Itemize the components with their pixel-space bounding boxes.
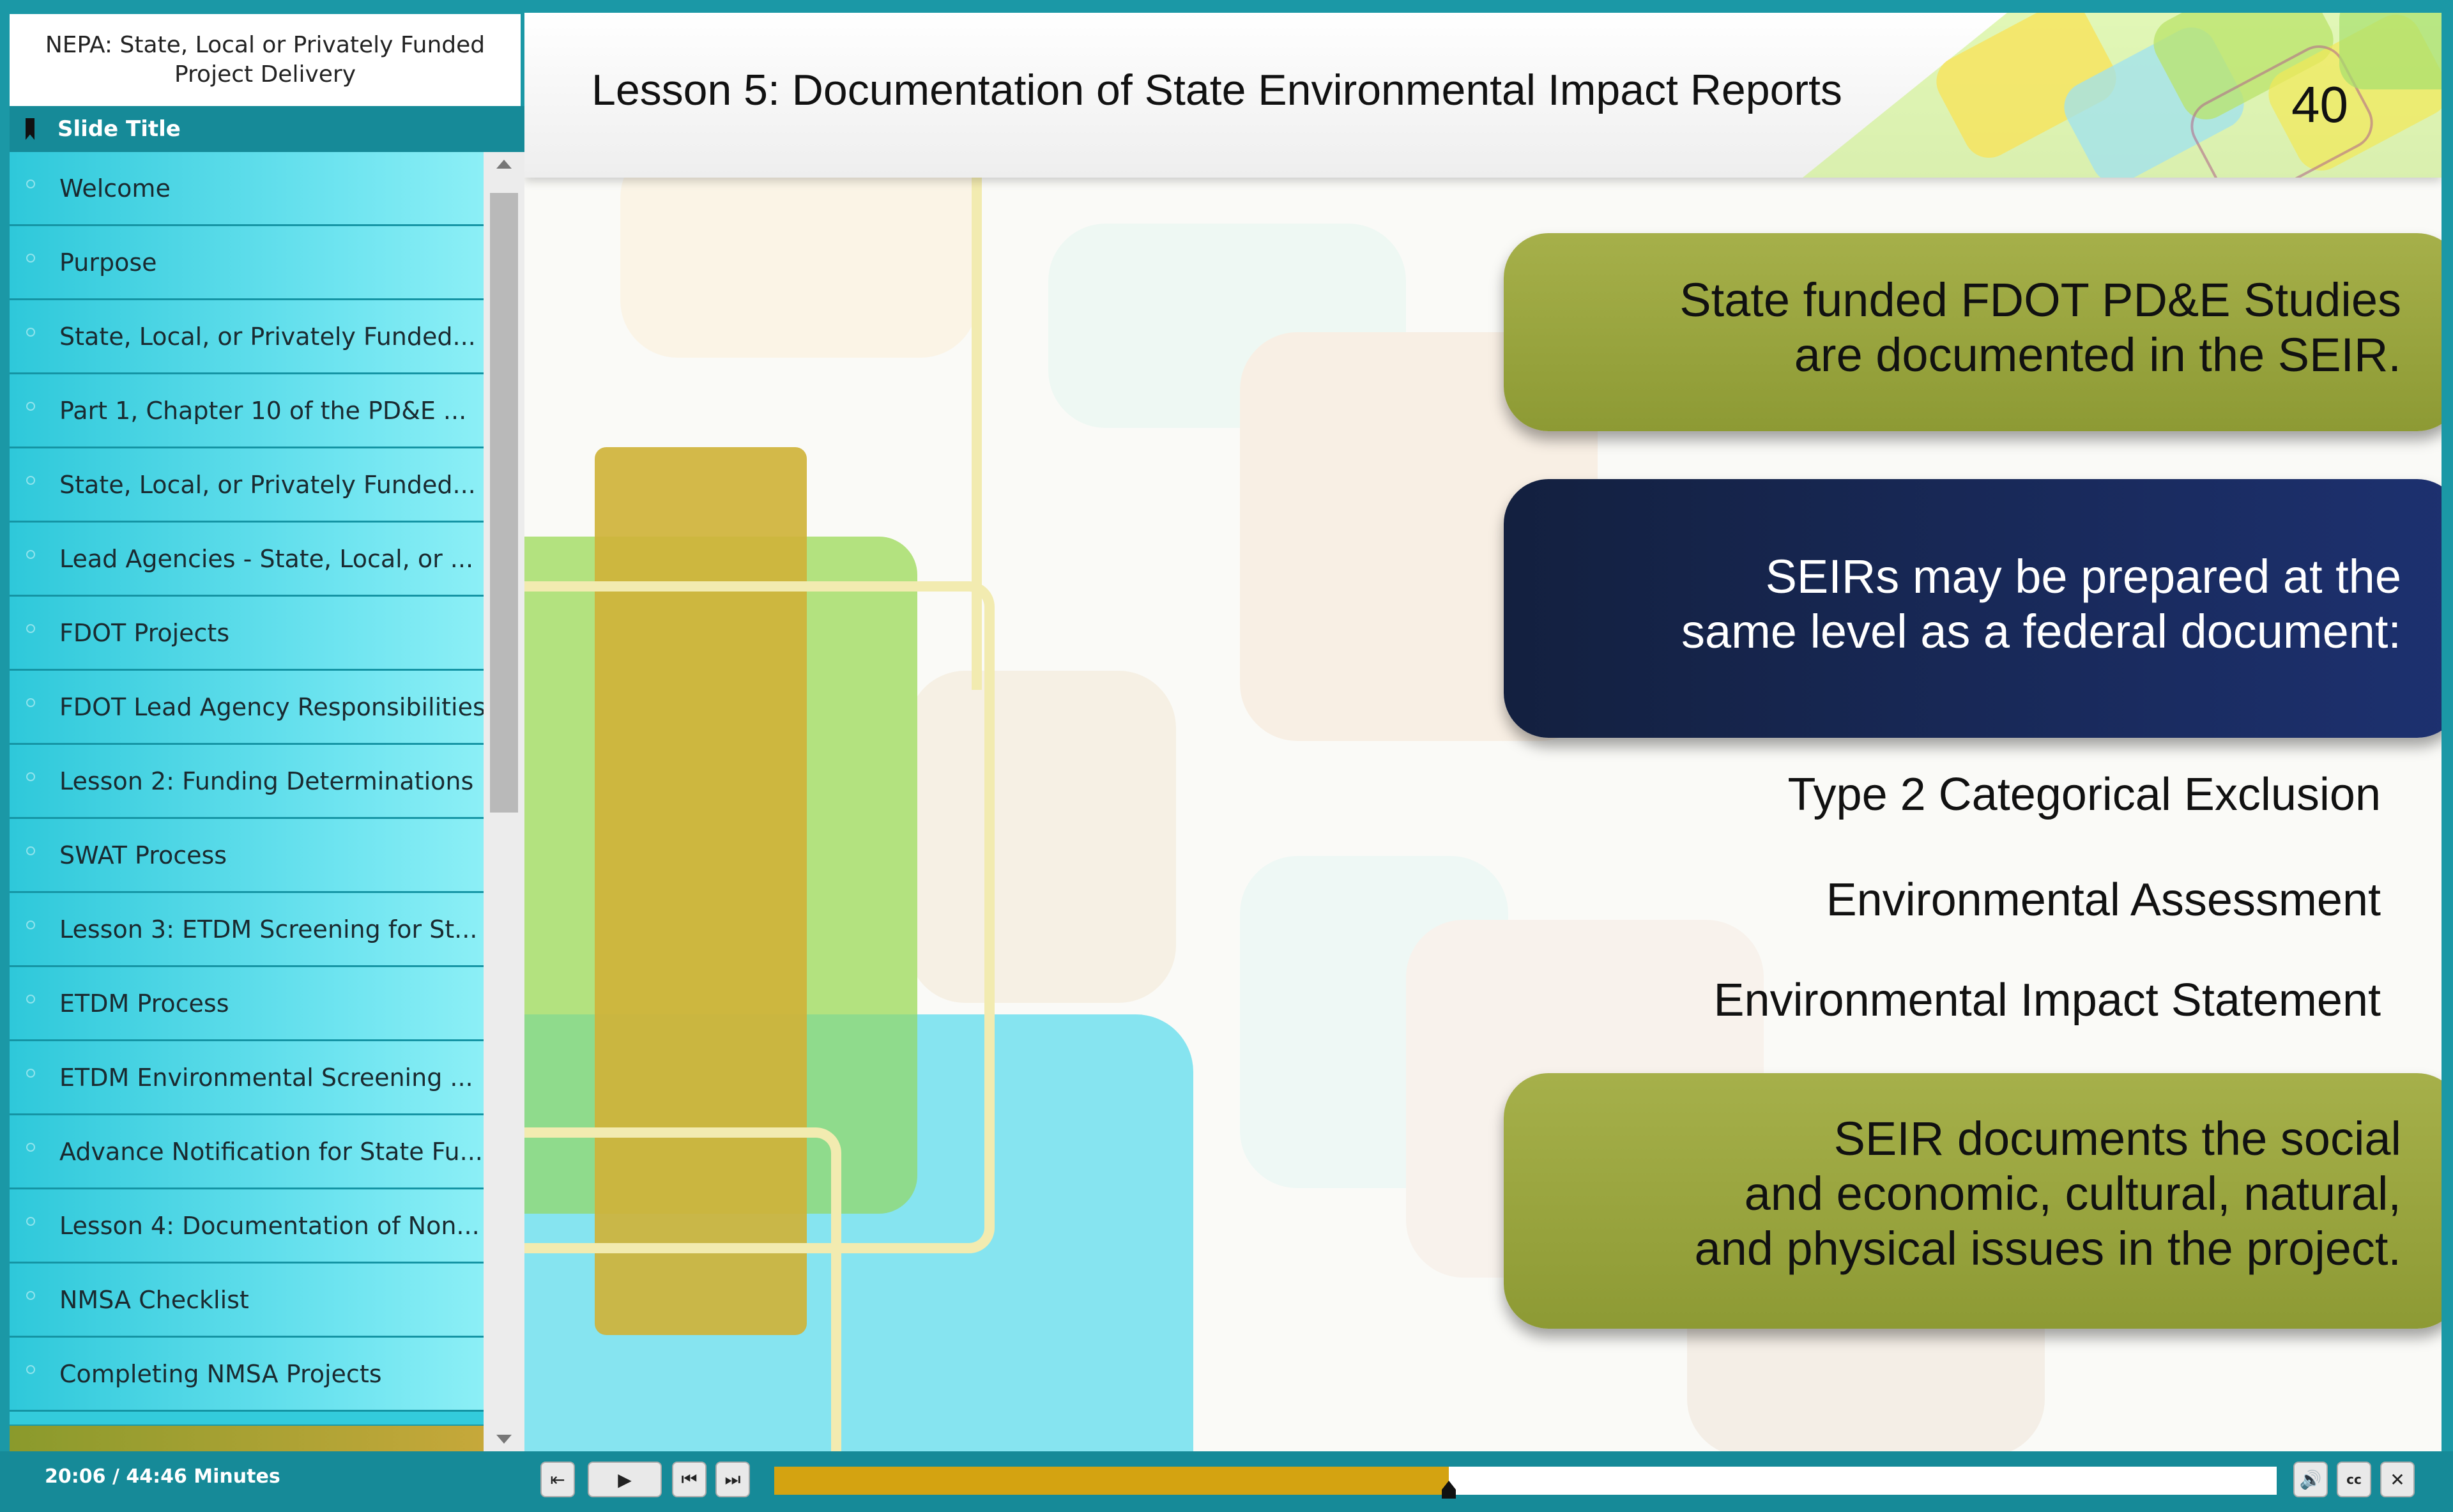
- elapsed-time: 20:06 / 44:46 Minutes: [45, 1465, 280, 1488]
- slide-title: Lesson 5: Documentation of State Environ…: [592, 66, 1842, 114]
- slide-list-item-label: Part 1, Chapter 10 of the PD&E ...: [59, 396, 467, 425]
- slide-list-item-label: Purpose: [59, 248, 157, 277]
- slide-list-item[interactable]: ETDM Process: [10, 967, 484, 1041]
- slide-list-item-label: Lead Agencies - State, Local, or ...: [59, 544, 474, 573]
- bullet-icon: [26, 179, 35, 188]
- slide-list-item[interactable]: State, Local, or Privately Funded...: [10, 448, 484, 523]
- slide-list-item-label: Lesson 4: Documentation of Non...: [59, 1211, 480, 1240]
- background-line: [524, 1127, 841, 1451]
- previous-slide-button[interactable]: ⏮: [672, 1462, 707, 1497]
- slide-list-item-label: Welcome: [59, 174, 171, 202]
- level-item: Environmental Assessment: [1826, 874, 2381, 926]
- seek-bar[interactable]: [774, 1467, 2277, 1499]
- slide-list-item-label: ETDM Environmental Screening ...: [59, 1063, 473, 1092]
- play-button[interactable]: ▶: [588, 1462, 662, 1497]
- slide-list-item[interactable]: SWAT Process: [10, 819, 484, 893]
- sidebar-header-label: Slide Title: [57, 116, 181, 142]
- slide-list-item-label: FDOT Lead Agency Responsibilities: [59, 692, 484, 721]
- level-item: Environmental Impact Statement: [1713, 975, 2381, 1026]
- slide-list-item[interactable]: FDOT Lead Agency Responsibilities: [10, 671, 484, 745]
- slide-list-item[interactable]: NMSA Checklist: [10, 1264, 484, 1338]
- slide-list-item-label: Lesson 3: ETDM Screening for St...: [59, 915, 478, 943]
- volume-icon: 🔊: [2299, 1469, 2322, 1490]
- slide-list-item-label: SWAT Process: [59, 841, 227, 869]
- scroll-down-arrow-icon[interactable]: [496, 1435, 512, 1444]
- callout-text: SEIR documents the social and economic, …: [1694, 1112, 2402, 1275]
- slide-list-item-label: Completing NMSA Projects: [59, 1359, 382, 1388]
- course-title-text: NEPA: State, Local or Privately Funded P…: [45, 32, 485, 88]
- slide-list-selected-strip: [10, 1426, 484, 1451]
- slide-list-item[interactable]: ETDM Environmental Screening ...: [10, 1041, 484, 1115]
- slide-list-item-label: FDOT Projects: [59, 618, 230, 647]
- slide-list-item-label: ETDM Process: [59, 989, 229, 1018]
- close-button[interactable]: ✕: [2380, 1462, 2415, 1497]
- bullet-icon: [26, 549, 35, 559]
- slide-list-item-label: Lesson 2: Funding Determinations: [59, 767, 474, 795]
- bullet-icon: [26, 401, 35, 411]
- slide-list-item-label: State, Local, or Privately Funded...: [59, 470, 476, 499]
- slide-list-item[interactable]: FDOT Projects: [10, 597, 484, 671]
- bullet-icon: [26, 1290, 35, 1300]
- bullet-icon: [26, 253, 35, 263]
- callout-panel-seir-levels: SEIRs may be prepared at the same level …: [1504, 479, 2442, 738]
- slide-list: Welcome Purpose State, Local, or Private…: [10, 152, 484, 1424]
- bullet-icon: [26, 698, 35, 707]
- callout-text: SEIRs may be prepared at the same level …: [1681, 550, 2401, 658]
- scroll-up-arrow-icon[interactable]: [496, 160, 512, 169]
- slide-list-item[interactable]: State, Local, or Privately Funded...: [10, 300, 484, 374]
- slide-page-number: 40: [2291, 76, 2348, 133]
- volume-button[interactable]: 🔊: [2293, 1462, 2328, 1497]
- sidebar-header: Slide Title: [10, 106, 524, 152]
- bullet-icon: [26, 1364, 35, 1374]
- bullet-icon: [26, 1142, 35, 1152]
- next-slide-button[interactable]: ⏭: [715, 1462, 750, 1497]
- slide-list-item-label: NMSA Checklist: [59, 1285, 249, 1314]
- slide-list-item[interactable]: Lesson 3: ETDM Screening for St...: [10, 893, 484, 967]
- callout-panel-seir-documentation: State funded FDOT PD&E Studies are docum…: [1504, 233, 2442, 431]
- bullet-icon: [26, 994, 35, 1004]
- slide-list-item[interactable]: Lesson 2: Funding Determinations: [10, 745, 484, 819]
- slide-list-scrollbar[interactable]: [484, 152, 524, 1451]
- level-item: Type 2 Categorical Exclusion: [1787, 769, 2381, 820]
- bullet-icon: [26, 846, 35, 855]
- slide-list-item-label: State, Local, or Privately Funded...: [59, 322, 476, 351]
- bullet-icon: [26, 327, 35, 337]
- play-icon: ▶: [618, 1469, 632, 1490]
- course-title: NEPA: State, Local or Privately Funded P…: [10, 14, 521, 106]
- slide-list-item[interactable]: Advance Notification for State Fu...: [10, 1115, 484, 1189]
- callout-panel-seir-issues: SEIR documents the social and economic, …: [1504, 1073, 2442, 1329]
- slide-list-item-label: Advance Notification for State Fu...: [59, 1137, 483, 1166]
- callout-text: State funded FDOT PD&E Studies are docum…: [1679, 273, 2401, 381]
- slide-list-item[interactable]: Lead Agencies - State, Local, or ...: [10, 523, 484, 597]
- bullet-icon: [26, 772, 35, 781]
- background-line: [972, 128, 982, 690]
- close-icon: ✕: [2390, 1469, 2405, 1490]
- scrollbar-thumb[interactable]: [490, 193, 518, 813]
- bullet-icon: [26, 1068, 35, 1078]
- bookmark-icon: [26, 118, 34, 140]
- next-icon: ⏭: [724, 1469, 741, 1490]
- bullet-icon: [26, 475, 35, 485]
- slide-list-item[interactable]: Part 1, Chapter 10 of the PD&E ...: [10, 374, 484, 448]
- slide-header: Lesson 5: Documentation of State Environ…: [524, 13, 2442, 178]
- bullet-icon: [26, 920, 35, 929]
- seek-bar-fill: [774, 1467, 1449, 1495]
- previous-icon: ⏮: [681, 1469, 698, 1490]
- slide-list-item[interactable]: Lesson 4: Documentation of Non...: [10, 1189, 484, 1264]
- slide-list-item[interactable]: Purpose: [10, 226, 484, 300]
- bullet-icon: [26, 623, 35, 633]
- exit-button[interactable]: ⇤: [540, 1462, 575, 1497]
- exit-icon: ⇤: [550, 1469, 565, 1490]
- captions-button[interactable]: cc: [2337, 1462, 2371, 1497]
- captions-icon: cc: [2346, 1472, 2362, 1487]
- bullet-icon: [26, 1216, 35, 1226]
- slide-list-item[interactable]: Completing NMSA Projects: [10, 1338, 484, 1412]
- slide-list-item[interactable]: Welcome: [10, 152, 484, 226]
- slide-canvas: Lesson 5: Documentation of State Environ…: [524, 13, 2442, 1451]
